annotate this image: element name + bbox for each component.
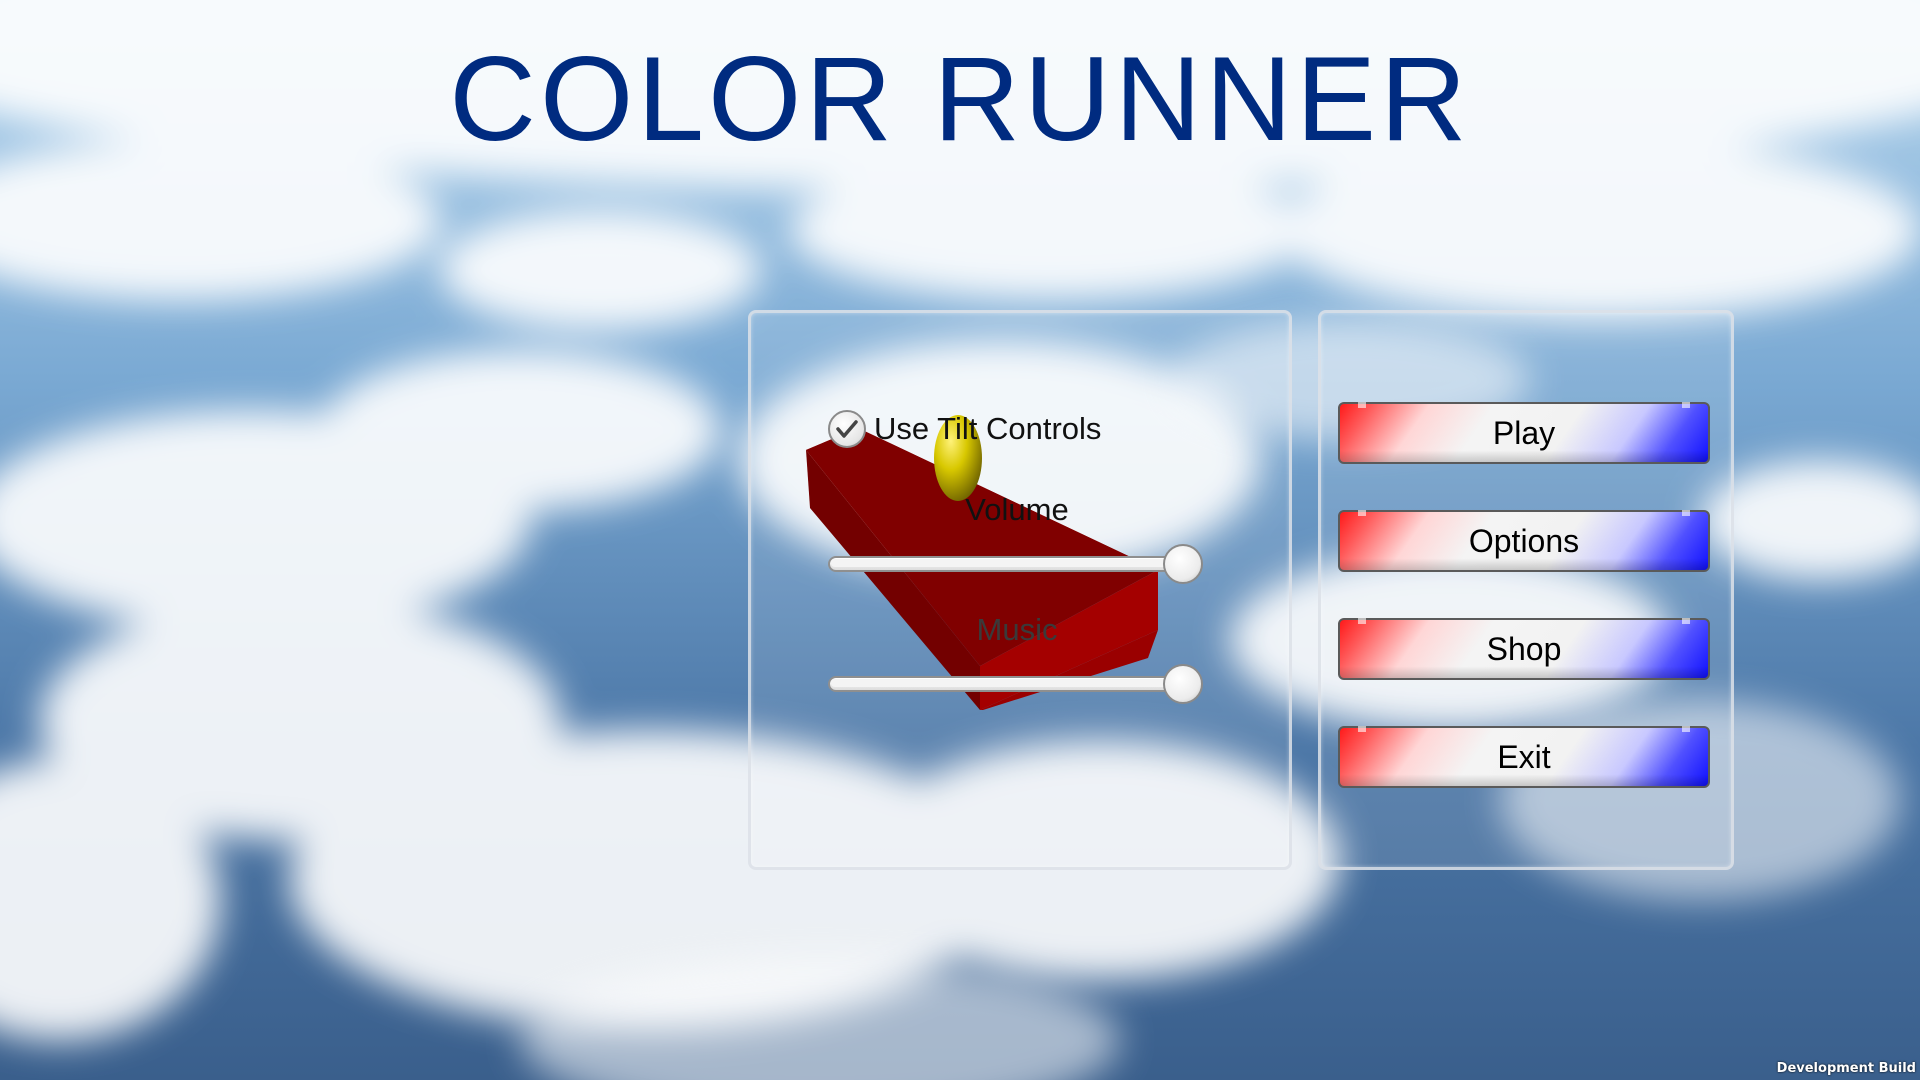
volume-slider-fill	[831, 559, 1180, 567]
music-label: Music	[976, 612, 1058, 647]
development-build-label: Development Build	[1776, 1061, 1916, 1076]
volume-slider-handle[interactable]	[1163, 544, 1203, 584]
tilt-controls-toggle[interactable]: Use Tilt Controls	[828, 410, 1101, 448]
volume-slider[interactable]	[828, 544, 1204, 584]
tilt-checkbox[interactable]	[828, 410, 866, 448]
tilt-controls-label: Use Tilt Controls	[874, 411, 1102, 446]
volume-label: Volume	[965, 492, 1069, 527]
play-button[interactable]: Play	[1338, 402, 1710, 464]
checkmark-icon	[836, 420, 858, 438]
game-title: COLOR RUNNER	[449, 32, 1471, 166]
options-panel	[748, 310, 1292, 870]
music-slider-handle[interactable]	[1163, 664, 1203, 704]
exit-button[interactable]: Exit	[1338, 726, 1710, 788]
music-slider-fill	[831, 679, 1180, 687]
music-slider[interactable]	[828, 664, 1204, 704]
shop-button[interactable]: Shop	[1338, 618, 1710, 680]
options-button[interactable]: Options	[1338, 510, 1710, 572]
